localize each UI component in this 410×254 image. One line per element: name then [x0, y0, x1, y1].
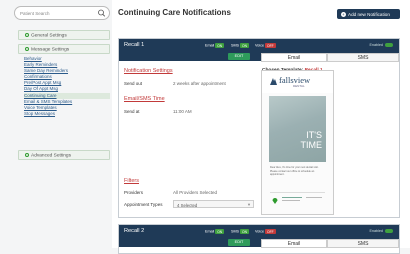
preview-body-text: Dear Alex, It's time for your next denta… [270, 166, 319, 176]
search-placeholder: Patient Search [20, 11, 50, 16]
accordion-label: Advanced Settings [31, 153, 72, 159]
email-template-preview[interactable]: fallsview DENTAL IT'S TIME Dear Alex, It'… [261, 70, 334, 215]
tab-email[interactable]: Email [261, 53, 327, 62]
sidebar-item-stop-messages[interactable]: Stop Messages [24, 111, 110, 117]
patient-search-input[interactable]: Patient Search [14, 6, 110, 20]
map-pin-icon [272, 198, 278, 204]
accordion-message-settings[interactable]: Message Settings [18, 44, 110, 54]
search-icon[interactable] [95, 8, 108, 18]
send-at-label: Send at [124, 109, 140, 114]
recall-card-2: Recall 2 Email ON SMS ON Voice OFF Enabled … [118, 224, 400, 254]
sms-status-badge[interactable]: ON [240, 43, 249, 48]
appointment-types-select[interactable]: 4 Selected ▾ [173, 200, 254, 208]
accordion-general-settings[interactable]: General Settings [18, 30, 110, 40]
channel-label: Voice [255, 229, 265, 234]
edit-button[interactable]: EDIT [228, 53, 250, 60]
enabled-toggle-wrap: Enabled [369, 229, 393, 234]
channel-label: SMS [231, 229, 239, 234]
send-out-value[interactable]: 2 weeks after appointment [173, 81, 226, 86]
preview-footer [270, 192, 325, 208]
card-title: Recall 1 [124, 42, 145, 48]
accordion-label: Message Settings [31, 47, 70, 53]
channel-sms: SMS ON [231, 43, 249, 48]
channel-voice: Voice OFF [255, 43, 276, 48]
footer-line [306, 197, 322, 198]
main-panel: Continuing Care Notifications + Add new N… [112, 0, 410, 254]
channel-email: Email ON [205, 229, 225, 234]
preview-logo-area: fallsview DENTAL [262, 71, 333, 93]
enabled-label: Enabled [369, 229, 383, 233]
tab-sms[interactable]: SMS [327, 239, 399, 248]
channel-label: Email [205, 43, 215, 48]
channel-label: Email [205, 229, 215, 234]
headline-line-1: IT'S [306, 130, 322, 140]
expand-icon [25, 153, 29, 157]
enabled-toggle[interactable] [385, 43, 393, 48]
accordion-advanced-settings[interactable]: Advanced Settings [18, 150, 110, 160]
channel-label: Voice [255, 43, 265, 48]
add-notification-button[interactable]: + Add new Notification [337, 9, 400, 19]
recall-card-1: Recall 1 Email ON SMS ON Voice OFF Enabled … [118, 38, 400, 218]
send-at-value[interactable]: 11:00 AM [173, 109, 192, 114]
providers-label: Providers [124, 190, 144, 195]
channel-email: Email ON [205, 43, 225, 48]
email-status-badge[interactable]: ON [215, 43, 225, 48]
preview-logo-subtext: DENTAL [293, 84, 305, 88]
appointment-types-value: 4 Selected [177, 202, 198, 208]
sidebar: Patient Search General Settings Message … [0, 0, 112, 248]
headline-line-2: TIME [300, 140, 323, 150]
channel-sms: SMS ON [231, 229, 249, 234]
card-title: Recall 2 [124, 228, 145, 234]
enabled-toggle-wrap: Enabled [369, 43, 393, 48]
email-status-badge[interactable]: ON [215, 229, 225, 234]
page-title: Continuing Care Notifications [118, 8, 231, 17]
enabled-label: Enabled [369, 43, 383, 47]
email-sms-time-heading: Email/SMS Time [124, 96, 165, 102]
filters-heading: Filters [124, 178, 139, 184]
edit-button[interactable]: EDIT [228, 239, 250, 246]
voice-status-badge[interactable]: OFF [265, 43, 276, 48]
accordion-label: General Settings [31, 33, 67, 39]
notification-settings-heading: Notification Settings [124, 68, 173, 74]
channel-label: SMS [231, 43, 239, 48]
plus-icon: + [341, 11, 346, 17]
send-out-label: Send out [124, 81, 143, 86]
expand-icon [25, 33, 29, 37]
chevron-down-icon: ▾ [247, 202, 250, 207]
voice-status-badge[interactable]: OFF [265, 229, 276, 234]
providers-value[interactable]: All Providers Selected [173, 190, 217, 195]
preview-headline: IT'S TIME [301, 130, 323, 150]
falls-logo-icon [270, 78, 277, 85]
message-settings-menu: Behavior Early Reminders Same Day Remind… [24, 56, 110, 117]
collapse-icon [25, 47, 29, 51]
footer-line [282, 197, 302, 199]
enabled-toggle[interactable] [385, 229, 393, 234]
sms-status-badge[interactable]: ON [240, 229, 249, 234]
tab-sms[interactable]: SMS [327, 53, 399, 62]
footer-line [282, 200, 300, 201]
preview-hero-image: IT'S TIME [269, 96, 326, 162]
tab-email[interactable]: Email [261, 239, 327, 248]
appointment-types-label: Appointment Types [124, 202, 163, 207]
add-notification-label: Add new Notification [348, 11, 390, 17]
channel-voice: Voice OFF [255, 229, 276, 234]
